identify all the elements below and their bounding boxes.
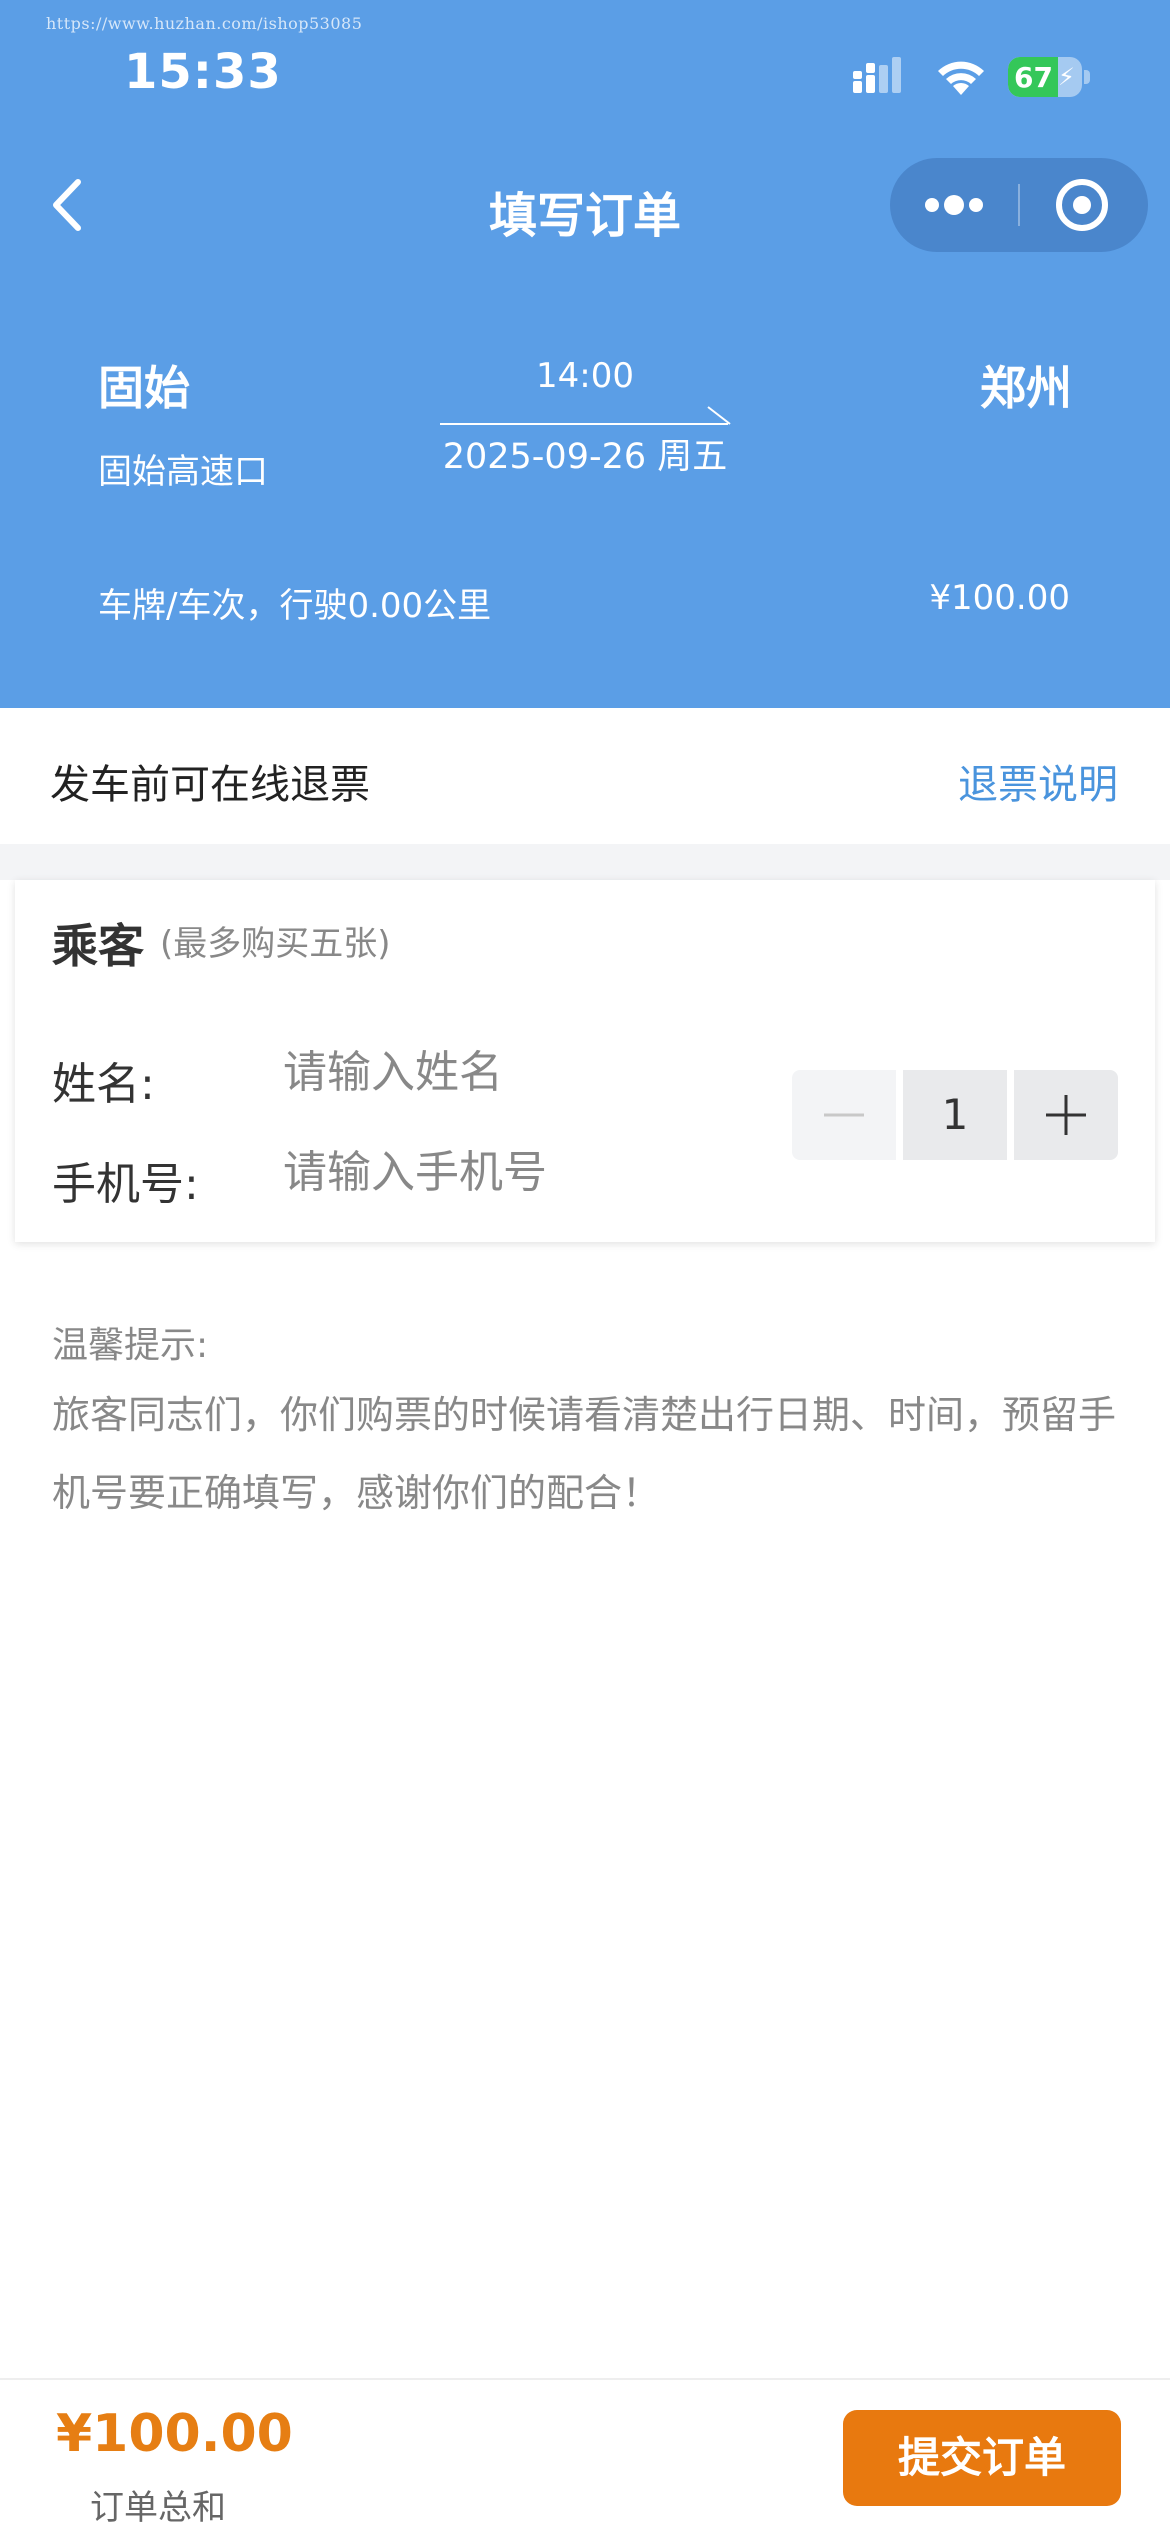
quantity-decrease-button[interactable] <box>792 1070 896 1160</box>
ticket-price: ¥100.00 <box>929 578 1070 618</box>
signal-icon <box>853 57 901 93</box>
battery-level: 67 <box>1014 61 1053 94</box>
section-divider <box>0 844 1170 880</box>
refund-bar: 发车前可在线退票 退票说明 <box>0 708 1170 844</box>
order-total-price: ¥100.00 <box>56 2404 293 2464</box>
bottom-bar: ¥100.00 订单总和 提交订单 <box>0 2378 1170 2534</box>
departure-date: 2025-09-26 周五 <box>442 437 728 477</box>
watermark-text: https://www.huzhan.com/ishop53085 <box>46 14 363 33</box>
wifi-icon <box>938 61 984 95</box>
destination-city: 郑州 <box>980 361 1072 415</box>
charging-bolt-icon: ⚡ <box>1058 63 1075 91</box>
purchase-limit-note: (最多购买五张) <box>160 924 391 964</box>
order-total-label: 订单总和 <box>90 2488 226 2528</box>
plus-icon <box>1046 1095 1086 1135</box>
tips-body: 旅客同志们，你们购票的时候请看清楚出行日期、时间，预留手机号要正确填写，感谢你们… <box>52 1393 1117 1515</box>
close-mini-program-button[interactable] <box>1020 158 1148 252</box>
more-dots-icon <box>925 195 983 215</box>
refund-notice: 发车前可在线退票 <box>50 762 370 808</box>
name-label: 姓名: <box>52 1059 155 1110</box>
status-time: 15:33 <box>124 44 282 100</box>
origin-city: 固始 <box>98 361 190 415</box>
phone-label: 手机号: <box>52 1159 199 1210</box>
refund-policy-link[interactable]: 退票说明 <box>958 752 1118 810</box>
submit-order-button[interactable]: 提交订单 <box>843 2410 1121 2506</box>
battery-icon: 67 ⚡ <box>1008 57 1090 97</box>
name-input[interactable] <box>283 1036 713 1108</box>
quantity-increase-button[interactable] <box>1014 1070 1118 1160</box>
departure-time: 14:00 <box>536 356 634 396</box>
origin-station: 固始高速口 <box>98 452 268 492</box>
more-button[interactable] <box>890 158 1018 252</box>
tips-title: 温馨提示: <box>52 1325 209 1366</box>
header: https://www.huzhan.com/ishop53085 15:33 … <box>0 0 1170 708</box>
route-arrow-icon <box>440 406 731 425</box>
quantity-value: 1 <box>903 1070 1007 1160</box>
passenger-title: 乘客 <box>52 919 144 973</box>
mini-program-capsule <box>890 158 1148 252</box>
phone-input[interactable] <box>283 1136 713 1208</box>
passenger-card: 乘客 (最多购买五张) 姓名: 手机号: 1 <box>15 880 1155 1242</box>
target-close-icon <box>1056 179 1108 231</box>
trip-info: 车牌/车次，行驶0.00公里 <box>98 586 492 626</box>
